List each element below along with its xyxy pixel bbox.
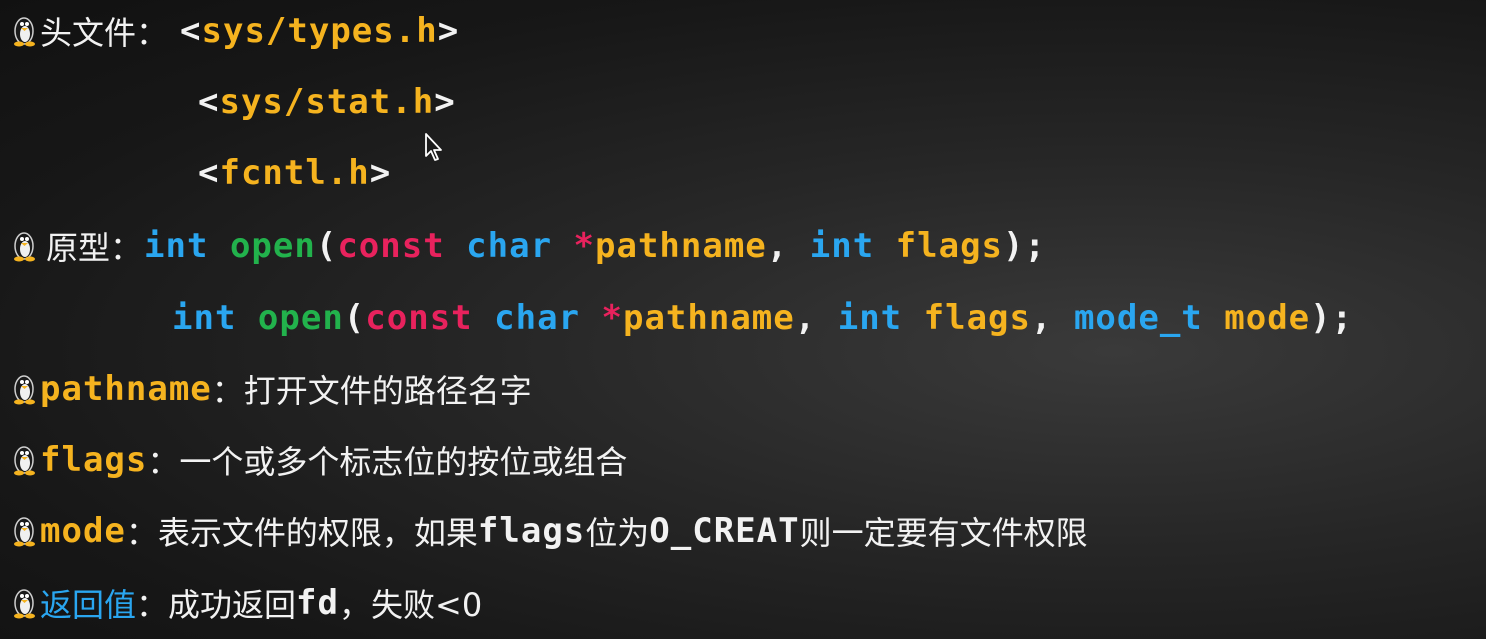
proto2-lparen: ( xyxy=(343,298,366,338)
prototype-line-1: 原型 ： int open(const char *pathname, int … xyxy=(0,221,1046,271)
param-mode-desc-b: 位为 xyxy=(585,514,650,552)
param-mode-line: mode ： 表示文件的权限，如果 flags 位为 O_CREAT 则一定要有文件权限 xyxy=(0,506,1088,556)
tux-penguin-icon xyxy=(14,517,35,547)
proto2-flags: flags xyxy=(923,298,1031,338)
header-file-1: <sys/types.h> xyxy=(180,11,460,51)
proto2-ret: int xyxy=(172,298,237,338)
return-label: 返回值 xyxy=(40,586,137,624)
header-files-sep: ： xyxy=(136,14,169,52)
param-pathname-label: pathname xyxy=(40,369,212,409)
param-mode-code-creat: O_CREAT xyxy=(649,511,800,551)
proto2-func: open xyxy=(257,298,344,338)
proto1-lparen: ( xyxy=(315,226,338,266)
param-pathname-desc: 打开文件的路径名字 xyxy=(243,372,532,410)
param-mode-desc-a: 表示文件的权限，如果 xyxy=(157,514,478,552)
param-mode-sep: ： xyxy=(125,514,158,552)
proto2-const: const xyxy=(365,298,473,338)
header-file-2: <sys/stat.h> xyxy=(198,82,456,122)
tux-penguin-icon xyxy=(14,232,35,262)
proto1-end: ); xyxy=(1003,226,1046,266)
param-flags-desc: 一个或多个标志位的按位或组合 xyxy=(179,443,628,481)
proto2-int2: int xyxy=(837,298,903,338)
prototype-2-code: int open(const char *pathname, int flags… xyxy=(172,298,1353,338)
header-file-1-name: sys/types.h xyxy=(201,11,438,51)
tux-penguin-icon xyxy=(14,375,35,405)
mouse-pointer-icon xyxy=(425,133,442,161)
proto2-comma1: , xyxy=(794,298,817,338)
header-file-3-name: fcntl.h xyxy=(219,153,370,193)
return-desc-a: 成功返回 xyxy=(168,586,297,624)
proto1-pathname: *pathname xyxy=(573,226,767,266)
header-file-3: <fcntl.h> xyxy=(198,153,392,193)
prototype-1-code: int open(const char *pathname, int flags… xyxy=(144,226,1046,266)
param-flags-sep: ： xyxy=(147,443,180,481)
proto1-func: open xyxy=(229,226,316,266)
proto1-flags: flags xyxy=(895,226,1004,266)
prototype-sep: ： xyxy=(110,229,143,267)
return-sep: ： xyxy=(136,586,169,624)
tux-penguin-icon xyxy=(14,446,35,476)
proto2-mode-t: mode_t xyxy=(1073,298,1203,338)
header-files-line: 头文件 ： <sys/types.h> xyxy=(0,6,459,56)
param-mode-label: mode xyxy=(40,511,126,551)
header-file-2-name: sys/stat.h xyxy=(219,82,435,122)
proto1-comma: , xyxy=(766,226,789,266)
param-flags-label: flags xyxy=(40,440,148,480)
proto1-char: char xyxy=(466,226,553,266)
header-files-label: 头文件 xyxy=(40,14,137,52)
return-line: 返回值 ： 成功返回 fd ，失败<0 xyxy=(0,578,482,628)
proto2-mode: mode xyxy=(1224,298,1311,338)
param-pathname-line: pathname ： 打开文件的路径名字 xyxy=(0,364,532,414)
proto2-char: char xyxy=(494,298,581,338)
return-desc-b: ，失败<0 xyxy=(339,586,483,624)
proto2-end: ); xyxy=(1310,298,1354,338)
param-mode-code-flags: flags xyxy=(477,511,586,551)
proto1-int2: int xyxy=(809,226,875,266)
header-file-line-2: <sys/stat.h> xyxy=(198,77,456,127)
param-flags-line: flags ： 一个或多个标志位的按位或组合 xyxy=(0,435,627,485)
prototype-label: 原型 xyxy=(46,229,111,267)
proto2-pathname: *pathname xyxy=(601,298,795,338)
proto1-const: const xyxy=(337,226,445,266)
param-mode-desc-c: 则一定要有文件权限 xyxy=(799,514,1088,552)
header-file-line-3: <fcntl.h> xyxy=(198,148,391,198)
tux-penguin-icon xyxy=(14,589,35,619)
return-code-fd: fd xyxy=(296,583,339,623)
proto1-ret: int xyxy=(144,226,209,266)
param-pathname-sep: ： xyxy=(211,372,244,410)
proto2-comma2: , xyxy=(1030,298,1053,338)
prototype-line-2: int open(const char *pathname, int flags… xyxy=(172,293,1353,343)
tux-penguin-icon xyxy=(14,17,35,47)
